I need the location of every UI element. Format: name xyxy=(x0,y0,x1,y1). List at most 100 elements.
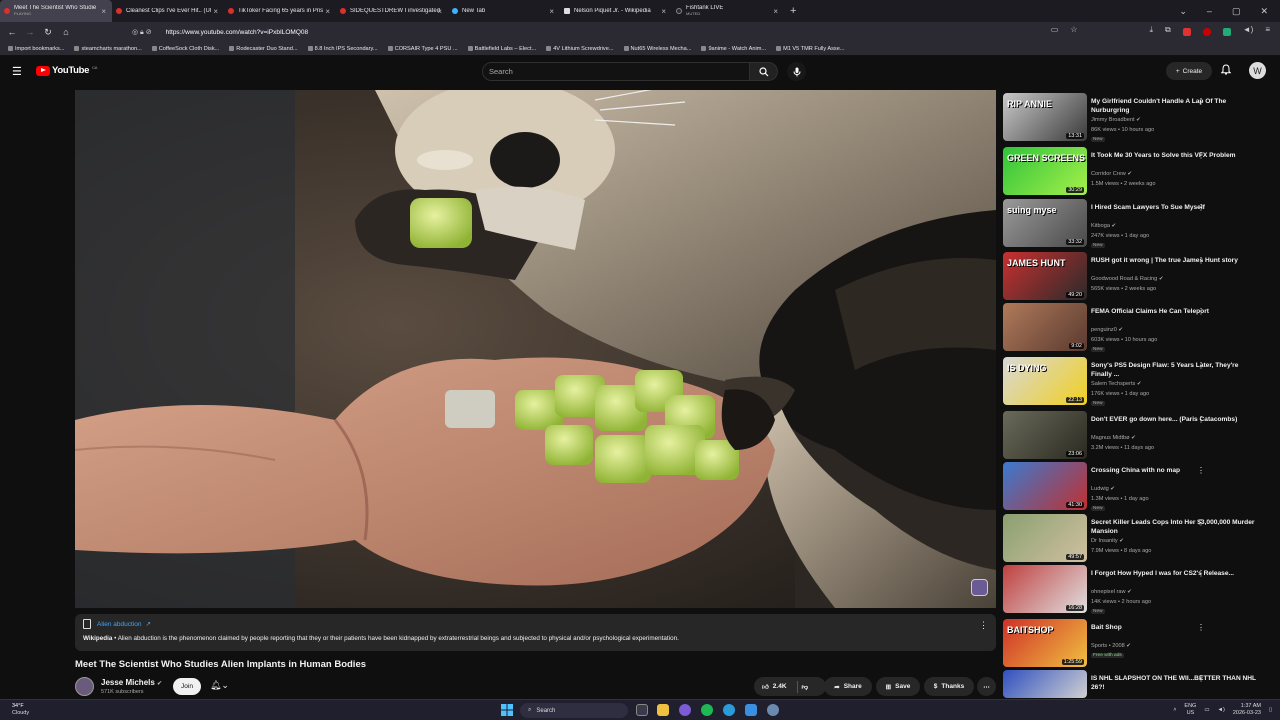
related-video-title[interactable]: I Forgot How Hyped I was for CS2's Relea… xyxy=(1091,569,1259,578)
spotify-icon[interactable] xyxy=(701,704,713,716)
browser-tab[interactable]: New Tab × xyxy=(448,0,560,22)
video-thumbnail[interactable]: GREEN SCREENS 30:29 xyxy=(1003,147,1087,195)
notification-center-icon[interactable]: ▯ xyxy=(1269,707,1272,713)
extension-green-icon[interactable] xyxy=(1222,28,1231,36)
related-video-title[interactable]: Crossing China with no map xyxy=(1091,466,1259,475)
video-menu-icon[interactable]: ⋮ xyxy=(1197,203,1205,212)
related-video-title[interactable]: FEMA Official Claims He Can Teleport xyxy=(1091,307,1259,316)
url-bar[interactable]: ◎ 🔒︎ ⊘ https://www.youtube.com/watch?v=i… xyxy=(132,24,1092,40)
task-view-icon[interactable] xyxy=(636,704,648,716)
related-video-item[interactable]: JAMES HUNT 49:20 RUSH got it wrong | The t… xyxy=(1003,252,1273,302)
related-video-title[interactable]: My Girlfriend Couldn't Handle A Lap Of T… xyxy=(1091,97,1259,115)
bookmark-item[interactable]: Battlefield Labs – Elect... xyxy=(467,46,536,52)
reload-button[interactable]: ↻ xyxy=(39,27,57,38)
related-video-title[interactable]: Sony's PS5 Design Flaw: 5 Years Later, T… xyxy=(1091,361,1259,379)
downloads-icon[interactable]: ⤓ xyxy=(1149,25,1153,36)
discord-icon[interactable] xyxy=(679,704,691,716)
join-button[interactable]: Join xyxy=(173,678,201,695)
related-video-title[interactable]: Don't EVER go down here... (Paris Cataco… xyxy=(1091,415,1259,424)
video-thumbnail[interactable]: RIP ANNIE 13:31 xyxy=(1003,93,1087,141)
bookmark-star-icon[interactable]: ☆ xyxy=(1070,25,1077,36)
info-panel-title[interactable]: Alien abduction ↗ xyxy=(83,619,988,629)
browser-tab[interactable]: SIDEQUESTDREW I investigated × xyxy=(336,0,448,22)
list-all-tabs-icon[interactable]: ⌄ xyxy=(1179,6,1187,17)
close-tab-icon[interactable]: × xyxy=(101,7,106,16)
bookmark-item[interactable]: CoffeeSock Cloth Disk... xyxy=(151,46,219,52)
related-video-title[interactable]: Secret Killer Leads Cops Into Her $3,000… xyxy=(1091,518,1259,536)
close-window-button[interactable]: ✕ xyxy=(1260,6,1268,17)
volume-icon[interactable]: ◄) xyxy=(1243,25,1254,36)
bookmark-item[interactable]: M1 V5 TMR Fully Asse... xyxy=(776,46,845,52)
video-menu-icon[interactable]: ⋮ xyxy=(1197,569,1205,578)
subscription-bell-icon[interactable]: 🔔︎⌄ xyxy=(210,680,229,691)
video-menu-icon[interactable]: ⋮ xyxy=(1197,361,1205,370)
weather-widget[interactable]: 34°F Cloudy xyxy=(12,703,29,717)
bookmark-item[interactable]: Rodecaster Duo Stand... xyxy=(229,46,298,52)
video-menu-icon[interactable]: ⋮ xyxy=(1197,674,1205,683)
browser-icon[interactable] xyxy=(723,704,735,716)
related-video-title[interactable]: RUSH got it wrong | The true James Hunt … xyxy=(1091,256,1259,265)
thanks-button[interactable]: $ Thanks xyxy=(924,677,974,696)
related-video-item[interactable]: IS DYING 22:13 Sony's PS5 Design Flaw: 5 Y… xyxy=(1003,357,1273,407)
related-video-item[interactable]: GREEN SCREENS 30:29 It Took Me 30 Years to… xyxy=(1003,147,1273,197)
video-thumbnail[interactable] xyxy=(1003,670,1087,698)
video-thumbnail[interactable]: 49:57 xyxy=(1003,514,1087,562)
related-video-item[interactable]: 49:57 Secret Killer Leads Cops Into Her $… xyxy=(1003,514,1273,564)
minimize-button[interactable]: – xyxy=(1207,6,1212,16)
close-tab-icon[interactable]: × xyxy=(549,7,554,16)
forward-button[interactable]: → xyxy=(21,27,39,37)
browser-tab[interactable]: Nelson Piquet Jr. - Wikipedia × xyxy=(560,0,672,22)
create-button[interactable]: + Create xyxy=(1166,62,1212,80)
video-thumbnail[interactable]: BAITSHOP 1:25:59 xyxy=(1003,619,1087,667)
search-input[interactable]: Search xyxy=(482,62,750,81)
guide-menu-icon[interactable]: ☰ xyxy=(12,65,22,78)
channel-name[interactable]: Jesse Michels xyxy=(101,678,155,687)
save-button[interactable]: ⊞ Save xyxy=(876,677,920,696)
video-thumbnail[interactable]: suing myse 33:32 xyxy=(1003,199,1087,247)
more-actions-button[interactable]: ⋯ xyxy=(977,677,996,696)
network-icon[interactable]: ▭ xyxy=(1204,707,1209,713)
telegram-icon[interactable] xyxy=(745,704,757,716)
close-tab-icon[interactable]: × xyxy=(325,7,330,16)
extension-record-icon[interactable] xyxy=(1202,28,1211,36)
maximize-button[interactable]: ▢ xyxy=(1232,6,1241,17)
home-button[interactable]: ⌂ xyxy=(57,27,75,37)
close-tab-icon[interactable]: × xyxy=(773,7,778,16)
video-thumbnail[interactable]: 41:30 xyxy=(1003,462,1087,510)
related-video-item[interactable]: BAITSHOP 1:25:59 Bait Shop Sports • 2008 ✔ F… xyxy=(1003,619,1273,669)
close-tab-icon[interactable]: × xyxy=(437,7,442,16)
video-menu-icon[interactable]: ⋮ xyxy=(1197,307,1205,316)
extensions-icon[interactable]: ⧉ xyxy=(1165,25,1171,36)
bookmark-item[interactable]: CORSAIR Type 4 PSU ... xyxy=(387,46,458,52)
like-button[interactable]: 👍︎ 2.4K 👎︎ xyxy=(754,677,826,696)
windows-start-icon[interactable] xyxy=(501,704,513,716)
thumbs-down-icon[interactable]: 👎︎ xyxy=(802,683,809,691)
channel-avatar[interactable] xyxy=(75,677,94,696)
share-button[interactable]: ➦ Share xyxy=(824,677,872,696)
bookmark-item[interactable]: steamcharts marathon... xyxy=(74,46,142,52)
bookmark-item[interactable]: 8.8 Inch IPS Secondary... xyxy=(307,46,378,52)
video-menu-icon[interactable]: ⋮ xyxy=(1197,518,1205,527)
clock[interactable]: 1:37 AM 2026-03-23 xyxy=(1233,703,1261,717)
video-menu-icon[interactable]: ⋮ xyxy=(1197,97,1205,106)
video-thumbnail[interactable]: 9:02 xyxy=(1003,303,1087,351)
speaker-icon[interactable]: ◄) xyxy=(1218,707,1225,713)
video-thumbnail[interactable]: JAMES HUNT 49:20 xyxy=(1003,252,1087,300)
site-info-icon[interactable]: ◎ 🔒︎ ⊘ xyxy=(132,28,152,37)
browser-tab[interactable]: Meet The Scientist Who Studie PLAYING × xyxy=(0,0,112,22)
info-panel-more-icon[interactable]: ⋮ xyxy=(979,620,988,631)
video-menu-icon[interactable]: ⋮ xyxy=(1197,256,1205,265)
close-tab-icon[interactable]: × xyxy=(213,7,218,16)
related-video-title[interactable]: Bait Shop xyxy=(1091,623,1259,632)
related-video-item[interactable]: IS NHL SLAPSHOT ON THE WII...BETTER THAN… xyxy=(1003,670,1273,698)
browser-tab[interactable]: TikToker Facing 65 years in Pris × xyxy=(224,0,336,22)
youtube-logo[interactable]: YouTube CA xyxy=(36,65,97,76)
related-video-item[interactable]: RIP ANNIE 13:31 My Girlfriend Couldn't Han… xyxy=(1003,93,1273,143)
voice-search-button[interactable] xyxy=(787,62,806,81)
video-menu-icon[interactable]: ⋮ xyxy=(1197,623,1205,632)
bookmark-item[interactable]: 9anime - Watch Anim... xyxy=(701,46,766,52)
video-player[interactable] xyxy=(75,90,996,608)
bookmark-item[interactable]: Nut65 Wireless Mecha... xyxy=(623,46,691,52)
video-thumbnail[interactable]: 23:06 xyxy=(1003,411,1087,459)
video-thumbnail[interactable]: 16:28 xyxy=(1003,565,1087,613)
